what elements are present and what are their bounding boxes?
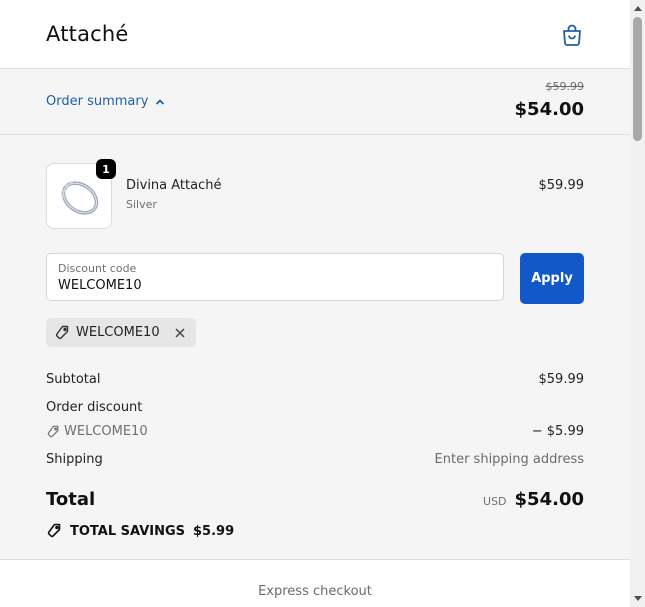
total-savings-value: $5.99 bbox=[193, 523, 235, 539]
order-summary-toggle[interactable]: Order summary bbox=[46, 94, 166, 109]
shipping-row: Shipping Enter shipping address bbox=[46, 452, 584, 467]
discount-code-input[interactable] bbox=[58, 278, 488, 293]
product-name: Divina Attaché bbox=[126, 178, 222, 193]
total-savings-label: TOTAL SAVINGS bbox=[70, 523, 186, 539]
currency-code: USD bbox=[483, 495, 507, 508]
quantity-badge: 1 bbox=[96, 159, 116, 179]
total-row: Total USD $54.00 bbox=[46, 489, 584, 510]
scroll-down-arrow-icon[interactable] bbox=[634, 596, 642, 601]
total-savings: TOTAL SAVINGS $5.99 bbox=[46, 523, 234, 539]
remove-discount-icon[interactable] bbox=[174, 327, 186, 339]
vertical-scrollbar[interactable] bbox=[630, 0, 645, 607]
discount-amount: − $5.99 bbox=[531, 424, 584, 439]
order-discount-row: Order discount bbox=[46, 400, 584, 415]
discount-code-line: WELCOME10 bbox=[46, 424, 584, 439]
tag-icon bbox=[47, 523, 61, 538]
order-summary-panel: 1 Divina Attaché Silver $59.99 Discount … bbox=[0, 135, 630, 560]
subtotal-row: Subtotal $59.99 bbox=[46, 372, 584, 387]
tag-icon bbox=[55, 325, 69, 339]
subtotal-label: Subtotal bbox=[46, 372, 101, 387]
shipping-value: Enter shipping address bbox=[434, 452, 584, 467]
discount-code-field[interactable]: Discount code bbox=[46, 253, 504, 301]
apply-discount-button[interactable]: Apply bbox=[520, 253, 584, 304]
express-checkout-heading: Express checkout bbox=[258, 584, 372, 599]
applied-discount-chip: WELCOME10 bbox=[46, 318, 196, 347]
discount-code-row: WELCOME10 − $5.99 bbox=[46, 424, 584, 439]
scrollbar-thumb[interactable] bbox=[633, 17, 642, 141]
total-amount-group: USD $54.00 bbox=[483, 489, 584, 510]
store-logo-text[interactable]: Attaché bbox=[46, 22, 129, 46]
product-variant: Silver bbox=[126, 198, 157, 211]
shopping-bag-icon[interactable] bbox=[560, 23, 584, 47]
discount-code-text: WELCOME10 bbox=[64, 424, 148, 439]
tag-icon bbox=[47, 425, 59, 437]
checkout-header: Attaché bbox=[0, 0, 630, 69]
order-summary-toggle-label: Order summary bbox=[46, 94, 149, 109]
total-amount: $54.00 bbox=[514, 489, 584, 510]
discount-code-label: Discount code bbox=[58, 262, 137, 275]
summary-total-price: $54.00 bbox=[514, 99, 584, 120]
product-price: $59.99 bbox=[538, 178, 585, 193]
scroll-up-arrow-icon[interactable] bbox=[634, 6, 642, 11]
order-discount-label: Order discount bbox=[46, 400, 143, 415]
total-label: Total bbox=[46, 489, 96, 510]
subtotal-value: $59.99 bbox=[538, 372, 585, 387]
chevron-up-icon bbox=[156, 98, 165, 105]
shipping-label: Shipping bbox=[46, 452, 103, 467]
applied-discount-code: WELCOME10 bbox=[76, 325, 160, 340]
order-summary-bar: Order summary $59.99 $54.00 bbox=[0, 69, 630, 135]
original-price: $59.99 bbox=[545, 80, 585, 93]
